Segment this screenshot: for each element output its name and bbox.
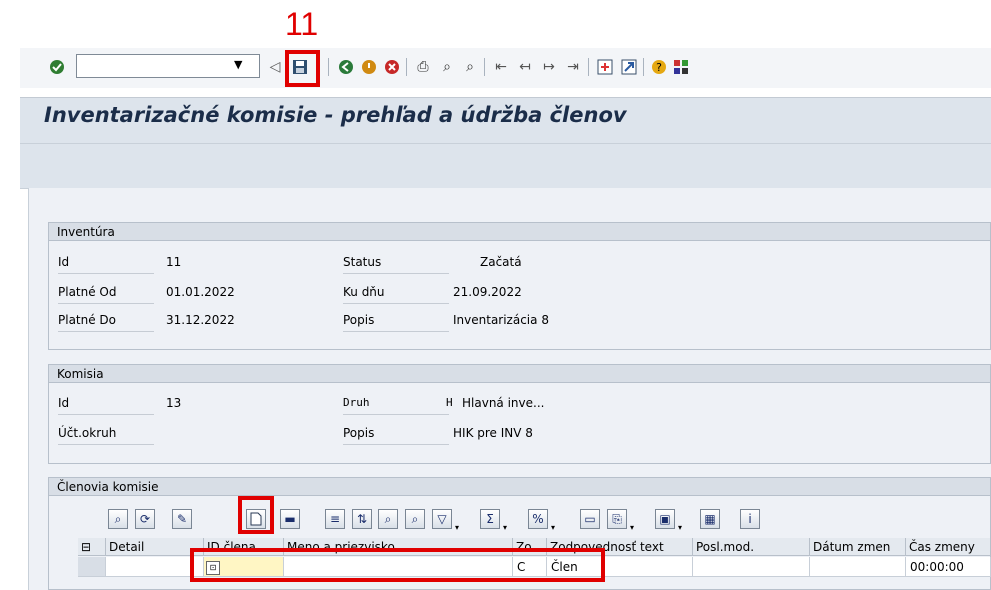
- clenovia-header: Členovia komisie: [49, 478, 990, 496]
- ku-dnu-value: 21.09.2022: [453, 285, 522, 299]
- label-underline: [343, 414, 449, 415]
- layout-icon[interactable]: ▦: [700, 509, 720, 529]
- label-underline: [58, 444, 154, 445]
- exit-icon[interactable]: [360, 58, 378, 76]
- label-underline: [343, 303, 449, 304]
- toolbar-separator: [406, 58, 407, 76]
- details-icon[interactable]: ⌕: [108, 509, 128, 529]
- back-icon[interactable]: [337, 58, 355, 76]
- views-dropdown-icon[interactable]: ▾: [678, 523, 682, 532]
- ku-dnu-label: Ku dňu: [343, 285, 385, 299]
- platne-do-value: 31.12.2022: [166, 313, 235, 327]
- find-next-icon[interactable]: ⌕: [461, 58, 479, 76]
- command-field[interactable]: [76, 54, 260, 78]
- druh-value: Hlavná inve...: [462, 396, 545, 410]
- cas-cell[interactable]: 00:00:00: [906, 557, 991, 577]
- uct-okruh-label: Účt.okruh: [58, 426, 117, 440]
- views-icon[interactable]: ▣: [655, 509, 675, 529]
- platne-od-label: Platné Od: [58, 285, 117, 299]
- column-header-posl-mod[interactable]: Posl.mod.: [693, 538, 810, 556]
- print-icon[interactable]: ≡: [325, 509, 345, 529]
- komisia-popis-value: HIK pre INV 8: [453, 426, 533, 440]
- sum-icon[interactable]: Σ: [480, 509, 500, 529]
- komisia-group: Komisia: [48, 364, 991, 464]
- save-highlight: [285, 50, 320, 87]
- customize-layout-icon[interactable]: [672, 58, 690, 76]
- datum-cell[interactable]: [810, 557, 906, 577]
- find-icon[interactable]: ⌕: [378, 509, 398, 529]
- inventura-id-value: 11: [166, 255, 182, 269]
- print-icon[interactable]: ⎙: [414, 58, 432, 76]
- label-underline: [343, 273, 449, 274]
- first-page-icon[interactable]: ⇤: [492, 58, 510, 76]
- check-icon[interactable]: ✎: [172, 509, 192, 529]
- komisia-id-label: Id: [58, 396, 70, 410]
- row-selector[interactable]: [78, 557, 106, 577]
- column-header-datum[interactable]: Dátum zmen: [810, 538, 906, 556]
- export-dropdown-icon[interactable]: ▾: [630, 523, 634, 532]
- druh-label: Druh: [343, 396, 370, 409]
- annotation-marker-11: 11: [285, 6, 319, 42]
- filter-dropdown-icon[interactable]: ▾: [455, 523, 459, 532]
- export-icon[interactable]: ⎘: [607, 509, 627, 529]
- platne-do-label: Platné Do: [58, 313, 117, 327]
- sort-icon[interactable]: ⇅: [352, 509, 372, 529]
- status-value: Začatá: [480, 255, 522, 269]
- print-preview-icon[interactable]: ▭: [580, 509, 600, 529]
- toolbar-separator: [643, 58, 644, 76]
- inventura-popis-label: Popis: [343, 313, 375, 327]
- page-title: Inventarizačné komisie - prehľad a údržb…: [44, 103, 627, 127]
- inventura-popis-value: Inventarizácia 8: [453, 313, 549, 327]
- row-highlight: [190, 548, 605, 582]
- svg-text:?: ?: [656, 61, 662, 74]
- label-underline: [343, 331, 449, 332]
- find-next-icon[interactable]: ⌕: [405, 509, 425, 529]
- toolbar-separator: [484, 58, 485, 76]
- status-label: Status: [343, 255, 382, 269]
- platne-od-value: 01.01.2022: [166, 285, 235, 299]
- column-header-cas[interactable]: Čas zmeny: [906, 538, 991, 556]
- toolbar-separator: [328, 58, 329, 76]
- dropdown-icon[interactable]: ▼: [234, 58, 242, 71]
- subtotal-dropdown-icon[interactable]: ▾: [551, 523, 555, 532]
- posl-mod-cell[interactable]: [693, 557, 810, 577]
- history-icon[interactable]: ◁: [266, 58, 284, 76]
- komisia-header: Komisia: [49, 365, 990, 383]
- refresh-icon[interactable]: ⟳: [135, 509, 155, 529]
- subtotal-icon[interactable]: %: [528, 509, 548, 529]
- append-row-highlight: [238, 496, 274, 534]
- next-page-icon[interactable]: ↦: [540, 58, 558, 76]
- label-underline: [58, 331, 154, 332]
- inventura-id-label: Id: [58, 255, 70, 269]
- delete-row-icon[interactable]: ▬: [280, 509, 300, 529]
- cancel-icon[interactable]: [383, 58, 401, 76]
- label-underline: [58, 303, 154, 304]
- label-underline: [58, 273, 154, 274]
- komisia-popis-label: Popis: [343, 426, 375, 440]
- toolbar-separator: [588, 58, 589, 76]
- last-page-icon[interactable]: ⇥: [564, 58, 582, 76]
- label-underline: [58, 414, 154, 415]
- help-icon[interactable]: ?: [650, 58, 668, 76]
- label-underline: [343, 444, 449, 445]
- druh-code: H: [446, 396, 453, 409]
- komisia-id-value: 13: [166, 396, 182, 410]
- enter-icon[interactable]: [48, 58, 66, 76]
- filter-icon[interactable]: ▽: [432, 509, 452, 529]
- info-icon[interactable]: i: [740, 509, 760, 529]
- sum-dropdown-icon[interactable]: ▾: [503, 523, 507, 532]
- inventura-header: Inventúra: [49, 223, 990, 241]
- shortcut-icon[interactable]: [620, 58, 638, 76]
- previous-page-icon[interactable]: ↤: [516, 58, 534, 76]
- find-icon[interactable]: ⌕: [438, 58, 456, 76]
- new-session-icon[interactable]: [596, 58, 614, 76]
- application-toolbar: [20, 143, 991, 189]
- row-selector-header[interactable]: ⊟: [78, 538, 106, 556]
